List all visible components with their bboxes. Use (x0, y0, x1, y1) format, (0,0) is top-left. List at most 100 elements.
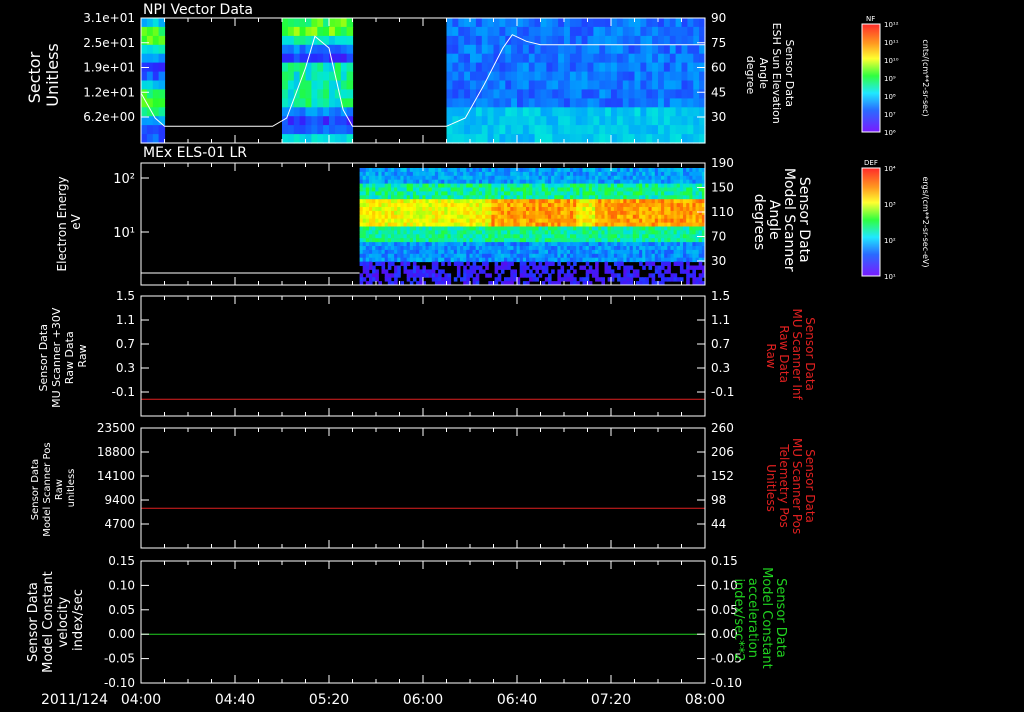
els-heat-cell (613, 273, 618, 278)
npi-heat-cell (599, 62, 606, 73)
els-heat-cell (591, 273, 596, 278)
els-heat-cell (632, 187, 637, 192)
els-heat-cell (478, 218, 483, 224)
els-heat-cell (563, 242, 568, 247)
els-heat-cell (535, 183, 539, 188)
els-heat-cell (516, 230, 521, 235)
els-heat-cell (676, 218, 681, 224)
els-heat-cell (381, 253, 386, 259)
els-heat-cell (425, 214, 430, 220)
els-heat-cell (692, 179, 696, 185)
els-heat-cell (698, 238, 703, 243)
els-heat-cell (585, 179, 590, 185)
els-heat-cell (453, 238, 458, 243)
npi-heat-cell (646, 35, 653, 46)
els-heat-cell (466, 183, 470, 188)
els-heat-cell (566, 203, 571, 208)
els-heat-cell (375, 195, 379, 200)
els-heat-cell (683, 195, 687, 200)
npi-heat-cell (311, 18, 318, 28)
npi-heat-cell (152, 62, 160, 73)
els-heat-cell (579, 222, 583, 227)
npi-heat-cell (317, 18, 324, 28)
els-heat-cell (541, 249, 546, 255)
els-heat-cell (422, 253, 426, 259)
els-heat-cell (397, 257, 401, 263)
els-heat-cell (444, 234, 448, 239)
els-heat-cell (648, 265, 653, 270)
npi-heat-cell (622, 62, 630, 73)
els-heat-cell (632, 210, 637, 216)
els-heat-cell (510, 261, 514, 266)
els-heat-cell (381, 214, 386, 220)
els-heat-cell (497, 171, 502, 177)
els-heat-cell (560, 257, 565, 263)
els-heat-cell (469, 246, 474, 251)
els-heat-cell (667, 265, 671, 270)
npi-heat-cell (587, 89, 594, 99)
els-heat-cell (372, 226, 376, 231)
panel1-ylabel-right: Sensor Data ESH Sun Elevation Angle degr… (744, 23, 796, 128)
els-heat-cell (566, 277, 571, 282)
els-heat-cell (419, 171, 423, 177)
els-heat-cell (560, 249, 565, 255)
els-heat-cell (598, 246, 602, 251)
els-heat-cell (670, 249, 675, 255)
els-heat-cell (560, 253, 565, 259)
els-heat-cell (463, 195, 467, 200)
npi-heat-cell (540, 116, 547, 126)
els-heat-cell (406, 253, 411, 259)
els-heat-cell (591, 187, 596, 192)
npi-heat-cell (681, 35, 688, 46)
date-label: 2011/124 (41, 692, 108, 708)
els-heat-cell (513, 175, 517, 181)
els-heat-cell (576, 175, 580, 181)
els-heat-cell (466, 238, 470, 243)
npi-heat-cell (152, 71, 160, 82)
els-heat-cell (497, 265, 502, 270)
els-heat-cell (482, 253, 486, 259)
panel1-ytick-label-right: 90 (711, 11, 726, 25)
els-heat-cell (695, 214, 700, 220)
npi-heat-cell (282, 44, 289, 55)
els-heat-cell (579, 249, 583, 255)
els-heat-cell (585, 246, 590, 251)
els-heat-cell (529, 230, 533, 235)
panel2-title: MEx ELS-01 LR (143, 145, 247, 161)
npi-heat-cell (446, 18, 453, 28)
els-heat-cell (566, 253, 571, 259)
els-heat-cell (692, 242, 696, 247)
els-heat-cell (375, 269, 379, 274)
els-heat-cell (639, 238, 643, 243)
npi-heat-cell (687, 125, 694, 135)
npi-heat-cell (681, 18, 688, 28)
els-heat-cell (428, 187, 433, 192)
els-heat-cell (661, 210, 665, 216)
els-heat-cell (365, 175, 370, 181)
els-heat-cell (500, 191, 505, 196)
els-heat-cell (478, 210, 483, 216)
els-heat-cell (497, 246, 502, 251)
panel2-ylabel-right-line1: Sensor Data (796, 177, 812, 263)
els-heat-cell (359, 207, 364, 212)
els-heat-cell (438, 246, 442, 251)
els-heat-cell (607, 222, 612, 227)
els-heat-cell (676, 246, 681, 251)
npi-heat-cell (317, 62, 324, 73)
els-heat-cell (683, 187, 687, 192)
els-heat-cell (582, 257, 587, 263)
els-heat-cell (535, 199, 539, 204)
els-heat-cell (667, 179, 671, 185)
els-heat-cell (554, 257, 558, 263)
els-heat-cell (384, 199, 389, 204)
els-heat-cell (610, 230, 615, 235)
npi-heat-cell (528, 134, 536, 144)
npi-heat-cell (687, 35, 694, 46)
npi-heat-cell (511, 80, 518, 90)
els-heat-cell (453, 234, 458, 239)
els-heat-cell (544, 199, 549, 204)
npi-heat-cell (611, 116, 618, 126)
els-heat-cell (692, 246, 696, 251)
els-heat-cell (544, 175, 549, 181)
npi-heat-cell (564, 62, 571, 73)
